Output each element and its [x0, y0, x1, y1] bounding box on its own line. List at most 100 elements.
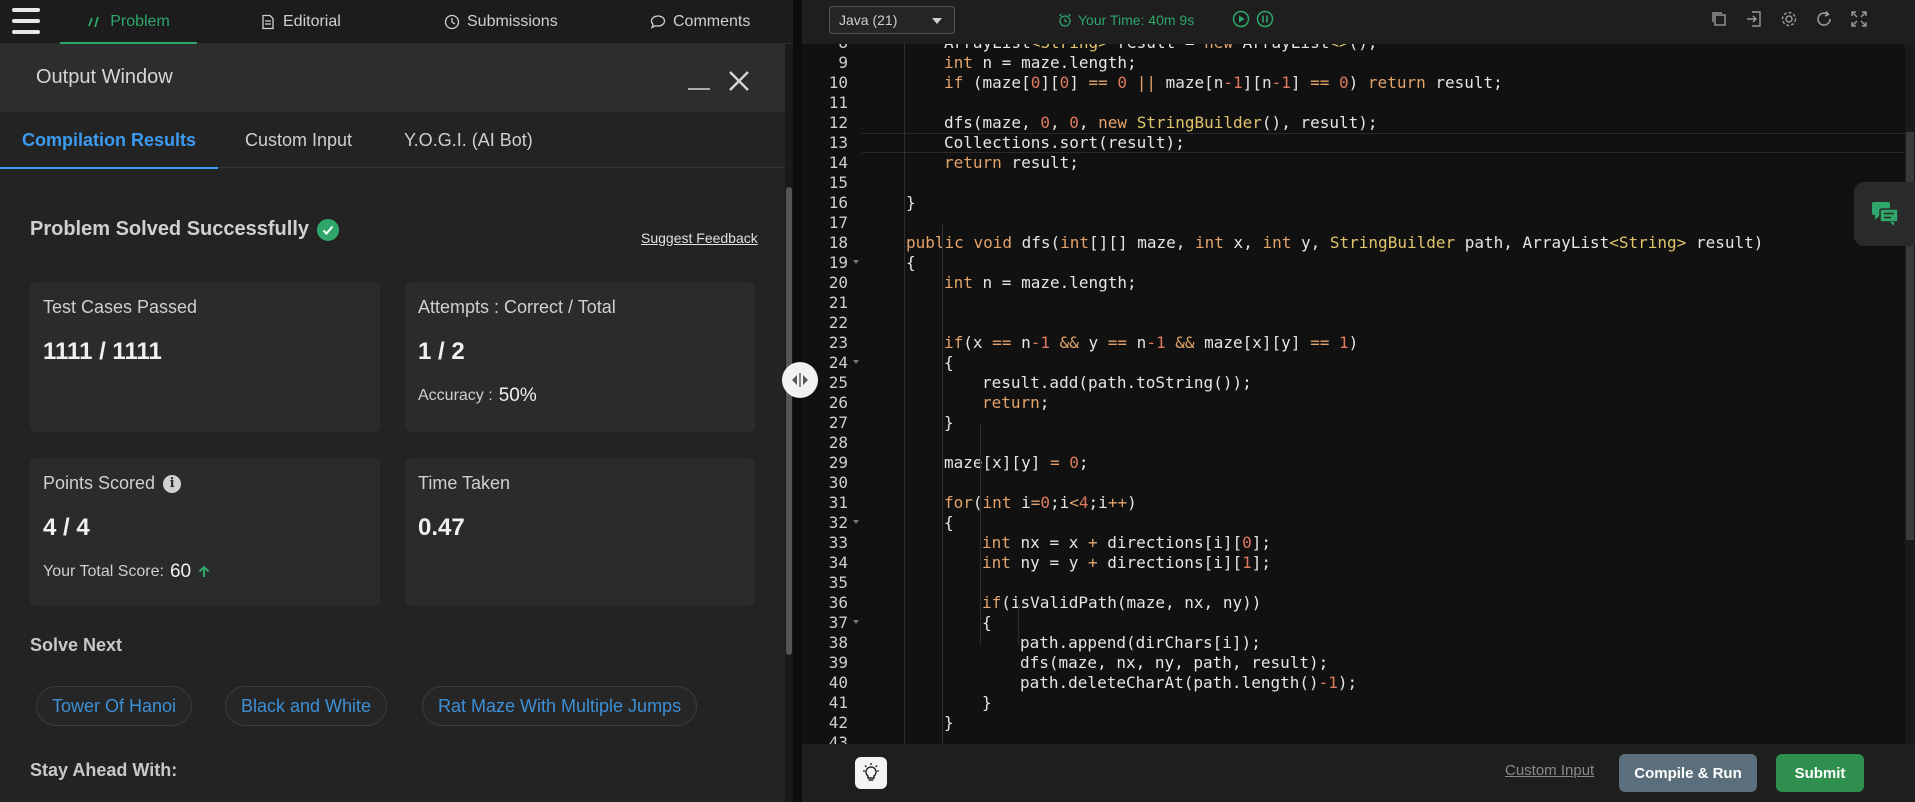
code-line: 34 int ny = y + directions[i][1];: [802, 553, 1882, 573]
code-text: {: [906, 253, 916, 272]
indent-guide: [980, 424, 981, 644]
line-number: 33: [828, 533, 848, 552]
tab-editorial[interactable]: Editorial: [260, 0, 341, 44]
accuracy-value: 50%: [498, 385, 537, 406]
stay-ahead-heading: Stay Ahead With:: [30, 760, 178, 780]
tab-custom-input[interactable]: Custom Input: [223, 112, 374, 168]
reset-code-button[interactable]: [1815, 10, 1833, 28]
line-number: 28: [828, 433, 848, 452]
suggestion-rat-maze-multiple-jumps[interactable]: Rat Maze With Multiple Jumps: [422, 686, 698, 726]
chat-button[interactable]: [1854, 182, 1915, 246]
solve-next-heading: Solve Next: [30, 635, 123, 655]
pane-divider[interactable]: [793, 0, 802, 802]
tab-submissions[interactable]: Submissions: [444, 0, 558, 44]
timer-play-button[interactable]: [1232, 10, 1250, 28]
tab-problem[interactable]: Problem: [60, 0, 197, 44]
code-line: 43: [802, 733, 1882, 744]
test-cases-label: Test Cases Passed: [43, 297, 198, 317]
drag-arrows-icon: [792, 373, 808, 387]
fold-arrow-icon[interactable]: [853, 620, 859, 624]
line-number: 9: [838, 53, 848, 72]
line-number: 39: [828, 653, 848, 672]
chevron-down-icon: [932, 18, 942, 24]
code-text: path.append(dirChars[i]);: [1020, 633, 1261, 652]
submit-button[interactable]: Submit: [1776, 754, 1864, 792]
minimize-button[interactable]: [686, 70, 712, 92]
time-taken-label: Time Taken: [418, 473, 511, 493]
code-text: result.add(path.toString());: [982, 373, 1252, 392]
card-test-cases: Test Cases Passed 1111 / 1111: [30, 282, 380, 432]
close-button[interactable]: [726, 68, 752, 94]
line-number: 8: [802, 44, 848, 53]
status-text: Problem Solved Successfully: [30, 218, 309, 240]
play-circle-icon: [1232, 10, 1250, 28]
line-number: 21: [828, 293, 848, 312]
alarm-clock-icon: [1059, 13, 1071, 27]
code-text: }: [906, 193, 916, 212]
code-editor[interactable]: 8 ArrayList<String> result = new ArrayLis…: [802, 44, 1915, 744]
code-text: {: [944, 513, 954, 532]
total-score-value: 60: [169, 561, 192, 582]
code-line: 32 {: [802, 513, 1882, 533]
fold-arrow-icon[interactable]: [853, 260, 859, 264]
tab-editorial-label: Editorial: [283, 13, 341, 30]
line-number: 41: [828, 693, 848, 712]
code-line: 30: [802, 473, 1882, 493]
code-line: 19 {: [802, 253, 1882, 273]
line-number: 29: [828, 453, 848, 472]
timer-reset-button[interactable]: [1256, 10, 1274, 28]
code-text: path.deleteCharAt(path.length()-1);: [1020, 673, 1358, 692]
tab-submissions-label: Submissions: [467, 13, 558, 30]
fullscreen-button[interactable]: [1850, 10, 1868, 28]
hint-button[interactable]: [855, 757, 887, 789]
code-line: 42}: [802, 713, 1882, 733]
code-text: public void dfs(int[][] maze, int x, int…: [906, 233, 1764, 252]
copy-button[interactable]: [1710, 10, 1728, 28]
reset-timer-icon: [1256, 10, 1274, 28]
code-line: 13 Collections.sort(result);: [802, 133, 1882, 153]
compile-run-button[interactable]: Compile & Run: [1619, 754, 1757, 792]
code-text: return result;: [944, 153, 1079, 172]
editor-pane: Java (21) Your Time: 40m 9s 9 int n = ma…: [802, 0, 1915, 802]
code-line: 20 int n = maze.length;: [802, 273, 1882, 293]
output-scrollbar[interactable]: [785, 44, 793, 802]
line-number: 17: [828, 213, 848, 232]
top-nav: Problem Editorial Submissions Comments: [0, 0, 793, 44]
sign-in-icon: [1747, 11, 1761, 27]
suggestion-tower-of-hanoi[interactable]: Tower Of Hanoi: [36, 686, 193, 726]
line-number: 37: [828, 613, 848, 632]
card-attempts: Attempts : Correct / Total 1 / 2 Accurac…: [405, 282, 755, 432]
time-taken-value: 0.47: [418, 514, 465, 541]
resize-handle[interactable]: [782, 362, 818, 398]
line-number: 11: [828, 93, 848, 112]
line-number: 14: [828, 153, 848, 172]
test-cases-value: 1111 / 1111: [43, 338, 162, 365]
status-heading: Problem Solved Successfully: [30, 218, 339, 241]
close-icon: [729, 71, 749, 91]
line-number: 19: [828, 253, 848, 272]
output-scrollbar-thumb[interactable]: [786, 187, 792, 655]
code-line: 25 result.add(path.toString());: [802, 373, 1882, 393]
menu-icon[interactable]: [10, 6, 42, 36]
fold-arrow-icon[interactable]: [853, 360, 859, 364]
tab-problem-label: Problem: [110, 13, 170, 30]
import-button[interactable]: [1745, 10, 1763, 28]
fold-arrow-icon[interactable]: [853, 520, 859, 524]
code-text: if (maze[0][0] == 0 || maze[n-1][n-1] ==…: [944, 73, 1503, 92]
language-select[interactable]: Java (21): [829, 6, 955, 34]
timer: Your Time: 40m 9s: [1058, 12, 1194, 28]
custom-input-link[interactable]: Custom Input: [1505, 762, 1594, 779]
code-line: 16}: [802, 193, 1882, 213]
tab-comments[interactable]: Comments: [650, 0, 750, 44]
clock-icon: [444, 14, 460, 30]
settings-button[interactable]: [1780, 10, 1798, 28]
code-text: dfs(maze, 0, 0, new StringBuilder(), res…: [944, 113, 1378, 132]
tab-compilation-results[interactable]: Compilation Results: [0, 112, 219, 169]
line-number: 15: [828, 173, 848, 192]
suggestion-black-and-white[interactable]: Black and White: [225, 686, 388, 726]
editor-scrollbar[interactable]: [1905, 44, 1915, 744]
tab-yogi-bot[interactable]: Y.O.G.I. (AI Bot): [382, 112, 555, 168]
suggest-feedback-link[interactable]: Suggest Feedback: [641, 230, 758, 246]
line-number: 18: [828, 233, 848, 252]
info-icon[interactable]: i: [163, 474, 182, 493]
